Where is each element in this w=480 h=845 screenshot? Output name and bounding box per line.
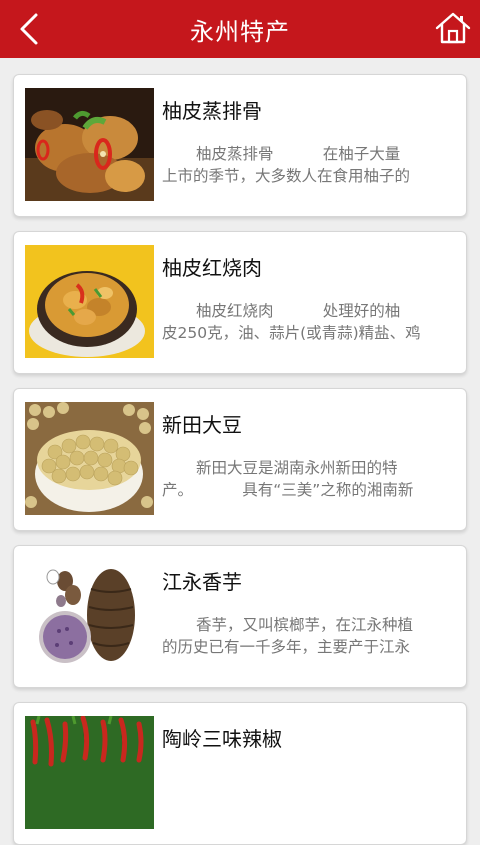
item-description: 新田大豆是湖南永州新田的特 产。 具有“三美”之称的湘南新: [162, 457, 452, 501]
back-button[interactable]: [14, 12, 48, 46]
list-item[interactable]: 陶岭三味辣椒: [13, 702, 467, 845]
item-description-line1: 香芋，又叫槟榔芋，在江永种植: [196, 616, 414, 634]
item-description-line1: 柚皮蒸排骨 在柚子大量: [196, 145, 401, 163]
item-description-line1: 新田大豆是湖南永州新田的特: [196, 459, 398, 477]
item-description: 柚皮红烧肉 处理好的柚 皮250克，油、蒜片(或青蒜)精盐、鸡: [162, 300, 452, 344]
item-description-line2: 上市的季节，大多数人在食用柚子的: [162, 167, 411, 185]
app-header: 永州特产: [0, 0, 480, 58]
item-image: [25, 559, 154, 672]
item-image: [25, 402, 154, 515]
item-description: [162, 771, 452, 815]
page-title: 永州特产: [190, 17, 290, 46]
list-item[interactable]: 柚皮蒸排骨 柚皮蒸排骨 在柚子大量 上市的季节，大多数人在食用柚子的: [13, 74, 467, 217]
item-title: 陶岭三味辣椒: [162, 727, 282, 751]
list-item[interactable]: 江永香芋 香芋，又叫槟榔芋，在江永种植 的历史已有一千多年，主要产于江永: [13, 545, 467, 688]
item-description-line1: 柚皮红烧肉 处理好的柚: [196, 302, 401, 320]
home-button[interactable]: [434, 10, 472, 46]
item-image: [25, 716, 154, 829]
item-title: 柚皮蒸排骨: [162, 99, 262, 123]
item-description-line2: 皮250克，油、蒜片(或青蒜)精盐、鸡: [162, 324, 421, 342]
list-item[interactable]: 柚皮红烧肉 柚皮红烧肉 处理好的柚 皮250克，油、蒜片(或青蒜)精盐、鸡: [13, 231, 467, 374]
item-title: 江永香芋: [162, 570, 242, 594]
item-description: 柚皮蒸排骨 在柚子大量 上市的季节，大多数人在食用柚子的: [162, 143, 452, 187]
chevron-left-icon: [20, 13, 38, 45]
home-icon: [435, 12, 471, 44]
list-item[interactable]: 新田大豆 新田大豆是湖南永州新田的特 产。 具有“三美”之称的湘南新: [13, 388, 467, 531]
item-description: 香芋，又叫槟榔芋，在江永种植 的历史已有一千多年，主要产于江永: [162, 614, 452, 658]
item-title: 柚皮红烧肉: [162, 256, 262, 280]
item-description-line2: 的历史已有一千多年，主要产于江永: [162, 638, 411, 656]
item-title: 新田大豆: [162, 413, 242, 437]
item-image: [25, 245, 154, 358]
item-image: [25, 88, 154, 201]
item-description-line2: 产。 具有“三美”之称的湘南新: [162, 481, 414, 499]
